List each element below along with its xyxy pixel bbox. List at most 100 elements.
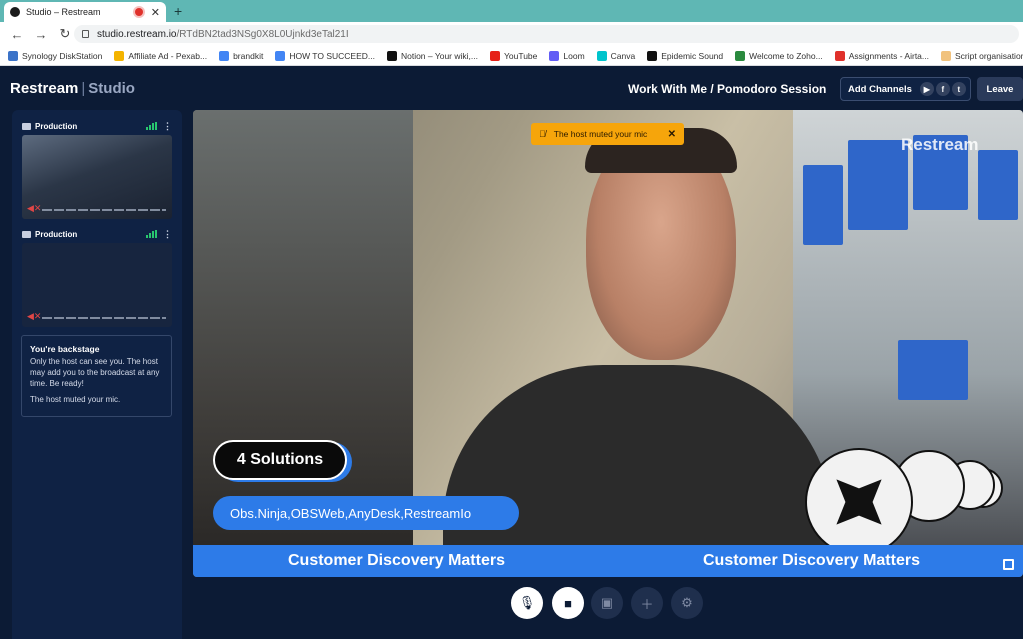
bookmark-favicon-icon [735,50,746,61]
lock-icon [82,30,89,38]
source-preview: ◀✕ [22,135,172,219]
bookmark-favicon-icon [549,50,560,61]
brand-separator: | [81,80,86,97]
ticker-text: Customer Discovery Matters [288,552,505,569]
speaker-muted-icon[interactable]: ◀✕ [27,311,41,322]
bookmark-favicon-icon [834,50,845,61]
backstage-muted-text: The host muted your mic. [30,395,121,404]
add-channels-label: Add Channels [848,83,912,95]
tools-banner: Obs.Ninja,OBSWeb,AnyDesk,RestreamIo [213,496,519,530]
youtube-channel-icon: ▶ [919,82,934,96]
tab-close-icon[interactable]: ✕ [151,6,160,19]
bookmark-favicon-icon [647,50,658,61]
plus-icon: ＋ [640,596,654,612]
camera-button[interactable]: ■ [552,587,584,619]
bookmark-item[interactable]: brandkit [219,50,264,61]
reload-icon[interactable]: ↻ [58,26,72,42]
bookmark-label: Loom [563,50,585,61]
bookmark-item[interactable]: Affiliate Ad - Pexab... [114,50,208,61]
bookmark-favicon-icon [941,50,951,61]
settings-button[interactable]: ⚙ [671,587,703,619]
bookmark-label: brandkit [233,50,264,61]
toast-text: The host muted your mic [553,129,648,139]
bookmark-label: HOW TO SUCCEED... [289,50,375,61]
bookmarks-bar: Synology DiskStation Affiliate Ad - Pexab… [0,46,1023,66]
url-bar[interactable]: studio.restream.io/RTdBN2tad3NSg0X8L0Ujn… [74,25,1019,43]
bookmark-label: YouTube [503,50,538,61]
toast-close-icon[interactable]: ✕ [668,129,676,140]
volume-slider[interactable] [42,317,166,319]
source-preview: ◀✕ [22,243,172,327]
camera-icon: ■ [564,595,572,611]
bookmark-item[interactable]: Welcome to Zoho... [735,50,823,61]
bookmark-item[interactable]: Synology DiskStation [8,50,102,61]
bookmark-favicon-icon [489,50,500,61]
microphone-icon: 🎙 [518,595,536,610]
session-title: Work With Me / Pomodoro Session [628,82,827,96]
volume-slider[interactable] [42,209,166,211]
fullscreen-icon[interactable] [1003,559,1014,570]
forward-arrow-icon[interactable]: → [34,27,48,42]
browser-tab-active[interactable]: Studio – Restream ✕ [4,2,166,22]
app-header: Restream | Studio Work With Me / Pomodoro … [0,66,1023,110]
brand-name: Restream [10,80,79,97]
solutions-banner: 4 Solutions [213,440,347,480]
back-arrow-icon[interactable]: ← [10,27,24,42]
backstage-text: Only the host can see you. The host may … [30,357,160,388]
backstage-sidebar: Production ⋮ ◀✕ Production ⋮ ◀✕ You're b… [12,110,182,639]
bookmark-favicon-icon [386,50,397,61]
camera-icon [22,122,31,130]
bookmark-label: Assignments - Airta... [848,50,929,61]
speaker-muted-icon[interactable]: ◀✕ [27,203,41,214]
share-screen-button[interactable]: ▣ [591,587,623,619]
url-path: /RTdBN2tad3NSg0X8L0Ujnkd3eTal21I [176,28,349,40]
restream-watermark: Restream [901,135,979,154]
bookmark-item[interactable]: HOW TO SUCCEED... [275,50,375,61]
ticker-banner: Customer Discovery Matters Customer Disc… [193,545,1023,577]
new-tab-button[interactable]: + [174,3,182,19]
bookmark-label: Affiliate Ad - Pexab... [128,50,208,61]
muted-notification-toast: 🎙̸ The host muted your mic ✕ [531,123,684,145]
url-host: studio.restream.io [97,28,177,40]
bookmark-label: Notion – Your wiki,... [400,50,478,61]
bookmark-item[interactable]: Canva [596,50,635,61]
backstage-notice: You're backstage Only the host can see y… [21,335,172,417]
bookmark-item[interactable]: Assignments - Airta... [834,50,929,61]
bookmark-favicon-icon [114,50,125,61]
broadcast-stage: 🎙̸ The host muted your mic ✕ Restream 4 … [193,110,1023,577]
add-channels-button[interactable]: Add Channels ▶ f t [840,77,971,101]
bookmark-item[interactable]: YouTube [489,50,538,61]
bookmark-favicon-icon [275,50,286,61]
source-card[interactable]: Production ⋮ ◀✕ [22,228,172,327]
source-card[interactable]: Production ⋮ ◀✕ [22,120,172,219]
bookmark-favicon-icon [8,50,18,61]
bookmark-item[interactable]: Script organisation [941,50,1023,61]
screen-share-icon: ▣ [600,595,614,610]
bookmark-item[interactable]: Notion – Your wiki,... [386,50,478,61]
camera-icon [22,230,31,238]
background-wall-left [193,110,413,550]
restream-favicon-icon [10,7,20,17]
restream-studio-logo: Restream | Studio [10,80,135,97]
backstage-title: You're backstage [30,344,100,354]
browser-tab-strip: Studio – Restream ✕ + [0,0,1023,22]
microphone-button[interactable]: 🎙 [511,587,543,619]
brand-sub: Studio [88,80,135,97]
recording-indicator-icon [134,8,143,16]
ticker-text: Customer Discovery Matters [703,552,920,569]
source-label: Production [35,229,78,239]
more-options-icon[interactable]: ⋮ [163,229,172,240]
bookmark-item[interactable]: Loom [549,50,585,61]
bookmark-item[interactable]: Epidemic Sound [647,50,723,61]
add-button[interactable]: ＋ [631,587,663,619]
tab-title: Studio – Restream [26,7,101,17]
signal-strength-icon [145,122,157,130]
leave-button[interactable]: Leave [977,77,1023,101]
more-options-icon[interactable]: ⋮ [163,121,172,132]
bookmark-label: Script organisation [955,50,1023,61]
address-bar-row: ← → ↻ studio.restream.io/RTdBN2tad3NSg0X… [0,22,1023,46]
bookmark-label: Welcome to Zoho... [749,50,823,61]
signal-strength-icon [145,230,157,238]
bookmark-favicon-icon [596,50,607,61]
control-bar: 🎙 ■ ▣ ＋ ⚙ [0,587,1023,623]
